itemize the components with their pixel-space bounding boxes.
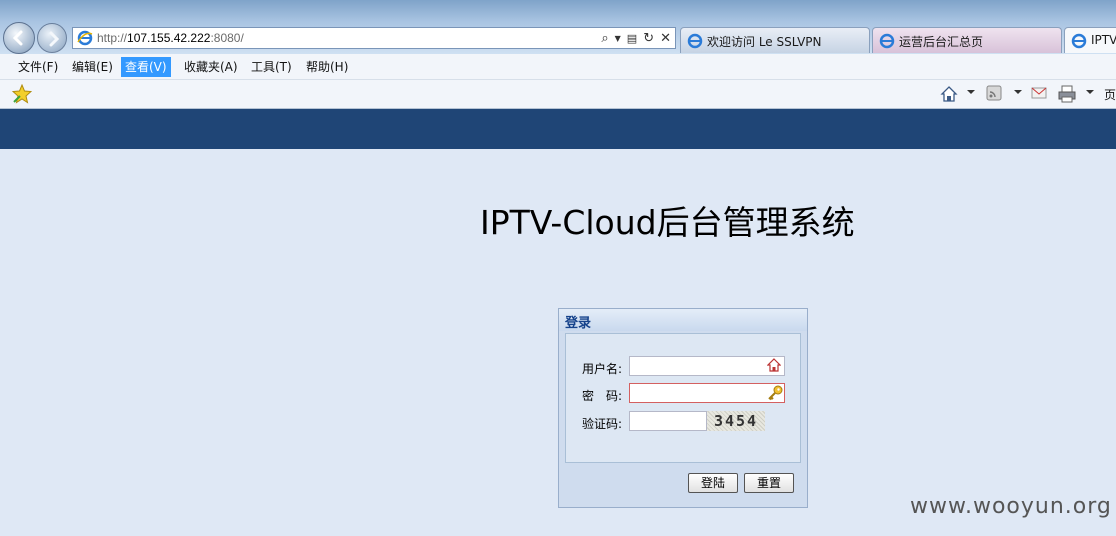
ie-tab-icon bbox=[879, 33, 895, 49]
login-form: 用户名: 密 码: 验证码: 3454 bbox=[565, 333, 801, 463]
menu-file[interactable]: 文件(F) bbox=[14, 57, 62, 77]
refresh-icon[interactable]: ↻ bbox=[643, 31, 654, 46]
menu-favorites[interactable]: 收藏夹(A) bbox=[180, 57, 242, 77]
back-button[interactable] bbox=[3, 22, 35, 54]
captcha-image[interactable]: 3454 bbox=[707, 411, 765, 431]
page-title: IPTV-Cloud后台管理系统 bbox=[480, 203, 855, 242]
username-label: 用户名: bbox=[582, 362, 623, 376]
reset-button[interactable]: 重置 bbox=[744, 473, 794, 493]
rss-icon[interactable] bbox=[986, 85, 1002, 101]
home-icon[interactable] bbox=[940, 85, 958, 103]
menu-bar: 文件(F) 编辑(E) 查看(V) 收藏夹(A) 工具(T) 帮助(H) bbox=[0, 54, 1116, 80]
address-controls: ⌕ ▼ ▤ ↻ ✕ bbox=[601, 30, 671, 46]
compat-view-icon[interactable]: ▤ bbox=[627, 32, 637, 45]
ie-tab-icon bbox=[1071, 33, 1087, 49]
ie-page-icon bbox=[77, 30, 93, 46]
username-input[interactable] bbox=[629, 356, 785, 376]
login-panel-header: 登录 bbox=[559, 309, 807, 331]
ie-tab-icon bbox=[687, 33, 703, 49]
menu-view[interactable]: 查看(V) bbox=[121, 57, 171, 77]
print-icon[interactable] bbox=[1058, 85, 1076, 103]
tab-label: IPTV bbox=[1091, 33, 1116, 47]
address-host: 107.155.42.222 bbox=[127, 31, 211, 45]
address-url[interactable]: http://107.155.42.222:8080/ bbox=[97, 31, 244, 45]
login-panel-title: 登录 bbox=[565, 316, 592, 331]
rss-dropdown-icon[interactable] bbox=[1014, 90, 1022, 94]
watermark: www.wooyun.org bbox=[910, 494, 1112, 519]
tab-ops-summary[interactable]: 运营后台汇总页 bbox=[872, 27, 1062, 53]
dropdown-arrow-icon[interactable]: ▼ bbox=[615, 34, 621, 43]
back-arrow-icon bbox=[12, 30, 23, 46]
key-icon bbox=[768, 385, 783, 401]
tab-label: 欢迎访问 Le SSLVPN bbox=[707, 35, 822, 49]
forward-arrow-icon bbox=[49, 31, 60, 47]
print-dropdown-icon[interactable] bbox=[1086, 90, 1094, 94]
browser-chrome: http://107.155.42.222:8080/ ⌕ ▼ ▤ ↻ ✕ 欢迎… bbox=[0, 0, 1116, 54]
menu-edit[interactable]: 编辑(E) bbox=[68, 57, 117, 77]
password-label: 密 码: bbox=[582, 389, 623, 403]
mail-icon[interactable] bbox=[1031, 85, 1047, 101]
tab-iptv[interactable]: IPTV bbox=[1064, 27, 1116, 53]
user-home-icon bbox=[767, 358, 781, 372]
password-input[interactable] bbox=[629, 383, 785, 403]
address-prefix: http:// bbox=[97, 31, 128, 45]
address-bar[interactable]: http://107.155.42.222:8080/ ⌕ ▼ ▤ ↻ ✕ bbox=[72, 27, 676, 49]
search-icon[interactable]: ⌕ bbox=[601, 31, 608, 46]
tab-label: 运营后台汇总页 bbox=[899, 35, 984, 49]
tab-sslvpn[interactable]: 欢迎访问 Le SSLVPN bbox=[680, 27, 870, 53]
command-bar: 页 bbox=[0, 80, 1116, 109]
captcha-input[interactable] bbox=[629, 411, 707, 431]
page-header-band bbox=[0, 109, 1116, 149]
address-suffix: :8080/ bbox=[210, 31, 244, 45]
menu-help[interactable]: 帮助(H) bbox=[302, 57, 352, 77]
login-panel: 登录 用户名: 密 码: 验证码: 3454 登陆 重置 bbox=[558, 308, 808, 508]
login-button[interactable]: 登陆 bbox=[688, 473, 738, 493]
forward-button[interactable] bbox=[37, 23, 67, 53]
page-menu[interactable]: 页 bbox=[1104, 86, 1116, 103]
captcha-label: 验证码: bbox=[582, 417, 623, 431]
favorites-star-icon[interactable] bbox=[12, 84, 32, 104]
stop-icon[interactable]: ✕ bbox=[660, 31, 671, 46]
menu-tools[interactable]: 工具(T) bbox=[247, 57, 296, 77]
home-dropdown-icon[interactable] bbox=[967, 90, 975, 94]
